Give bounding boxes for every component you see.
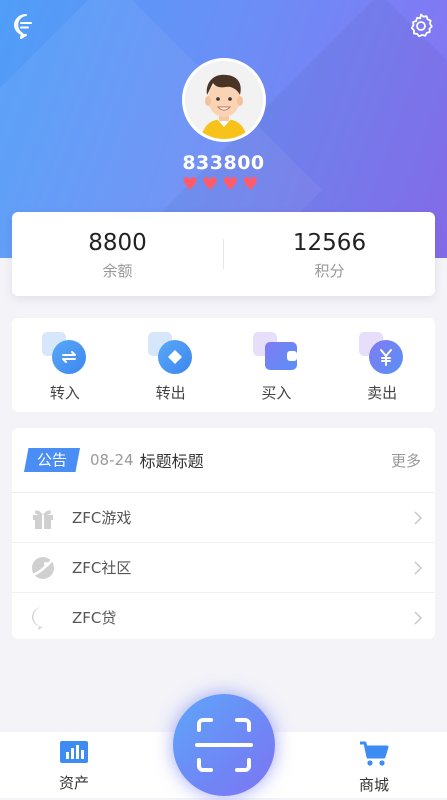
tab-assets[interactable]: 资产 [34, 740, 114, 793]
balance-value: 8800 [88, 229, 147, 256]
points-label: 积分 [314, 261, 345, 280]
list-item-community[interactable]: ZFC社区 [12, 543, 435, 593]
heart-icon: ♥ [202, 174, 219, 195]
quick-actions: 转入 转出 买入 卖出 [12, 318, 435, 412]
chevron-right-icon [414, 610, 423, 625]
announcement-row[interactable]: 公告 08-24 标题标题 更多 [12, 428, 435, 493]
list-item-games[interactable]: ZFC游戏 [12, 493, 435, 543]
planet-icon [32, 556, 54, 579]
more-link[interactable]: 更多 [391, 450, 421, 471]
yen-icon [359, 332, 405, 378]
list-item-label: ZFC游戏 [72, 509, 132, 527]
chevron-right-icon [414, 560, 423, 575]
transfer-in-button[interactable]: 转入 [12, 318, 118, 412]
transfer-out-label: 转出 [155, 384, 186, 402]
avatar[interactable] [182, 58, 266, 142]
username: 833800 [182, 152, 265, 174]
gear-icon[interactable] [407, 12, 435, 40]
chat-bubble-icon[interactable] [12, 12, 40, 40]
sell-label: 卖出 [367, 384, 398, 402]
buy-label: 买入 [261, 384, 292, 402]
list-item-label: ZFC贷 [72, 609, 117, 627]
gift-icon [33, 509, 53, 529]
buy-button[interactable]: 买入 [224, 318, 330, 412]
heart-icon: ♥ [222, 174, 239, 195]
announcement-date: 08-24 [90, 451, 134, 469]
chevron-right-icon [414, 510, 423, 525]
balance-label: 余额 [102, 261, 133, 280]
tab-shop[interactable]: 商城 [334, 740, 414, 795]
points-value: 12566 [292, 229, 367, 256]
wallet-icon [253, 332, 299, 378]
sell-button[interactable]: 卖出 [329, 318, 435, 412]
rating-hearts: ♥ ♥ ♥ ♥ [182, 176, 259, 194]
cart-icon [360, 741, 389, 766]
bar-chart-icon [60, 741, 88, 763]
chat-dots-icon [32, 606, 50, 630]
transfer-in-icon [41, 332, 88, 378]
transfer-in-label: 转入 [49, 384, 80, 402]
tab-shop-label: 商城 [358, 776, 389, 794]
announcement-badge: 公告 [24, 448, 80, 472]
scan-icon [195, 718, 253, 772]
transfer-out-icon [147, 332, 194, 378]
list-item-label: ZFC社区 [72, 559, 132, 577]
menu-card: 公告 08-24 标题标题 更多 ZFC游戏 ZFC社区 ZFC贷 [12, 428, 435, 639]
balance-stat[interactable]: 8800 余额 [12, 228, 223, 281]
tab-assets-label: 资产 [58, 774, 89, 792]
list-item-loan[interactable]: ZFC贷 [12, 593, 435, 639]
scan-button[interactable] [173, 694, 275, 796]
points-stat[interactable]: 12566 积分 [224, 228, 435, 281]
heart-icon: ♥ [242, 174, 259, 195]
balance-card: 8800 余额 12566 积分 [12, 212, 435, 296]
announcement-title: 标题标题 [139, 452, 204, 471]
transfer-out-button[interactable]: 转出 [118, 318, 224, 412]
heart-icon: ♥ [182, 174, 199, 195]
